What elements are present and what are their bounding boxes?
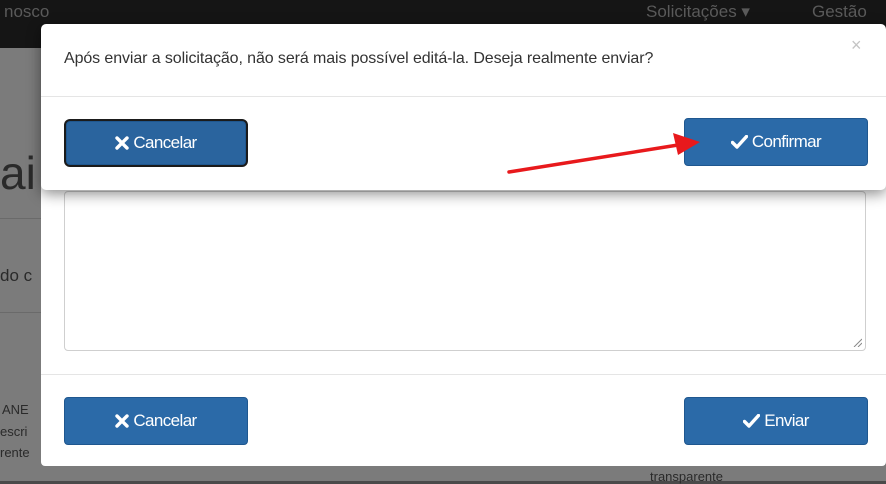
times-icon [115,414,130,428]
close-icon[interactable]: × [851,36,862,54]
background-text-line: rente [0,445,30,460]
confirmation-cancel-button[interactable]: Cancelar [66,121,246,165]
background-text-transparente: transparente [650,469,723,484]
confirmation-cancel-label: Cancelar [133,133,197,152]
background-field-fragment: do c [0,266,33,285]
background-divider [0,312,41,313]
modal-footer-divider [41,374,886,375]
navbar-menu-management: Gestão [812,2,867,21]
send-button-label: Enviar [764,411,809,430]
check-icon [730,135,748,149]
request-textarea[interactable] [64,191,866,351]
navbar-brand-fragment: nosco [4,2,50,21]
background-divider [0,218,41,219]
confirm-button-label: Confirmar [751,132,822,151]
send-button[interactable]: Enviar [684,397,868,445]
times-icon [115,136,130,150]
confirm-button[interactable]: Confirmar [684,118,868,166]
background-heading-fragment: ai [0,147,36,199]
resize-grip-icon[interactable] [853,338,862,347]
confirmation-message: Após enviar a solicitação, não será mais… [64,50,654,67]
background-text-line: escri [0,424,28,439]
confirmation-divider [41,96,886,97]
cancel-button-label: Cancelar [133,411,197,430]
navbar-menu-requests: Solicitações ▾ [646,2,750,21]
check-icon [743,414,761,428]
cancel-button[interactable]: Cancelar [64,397,248,445]
background-text-line: ANE [2,402,29,417]
